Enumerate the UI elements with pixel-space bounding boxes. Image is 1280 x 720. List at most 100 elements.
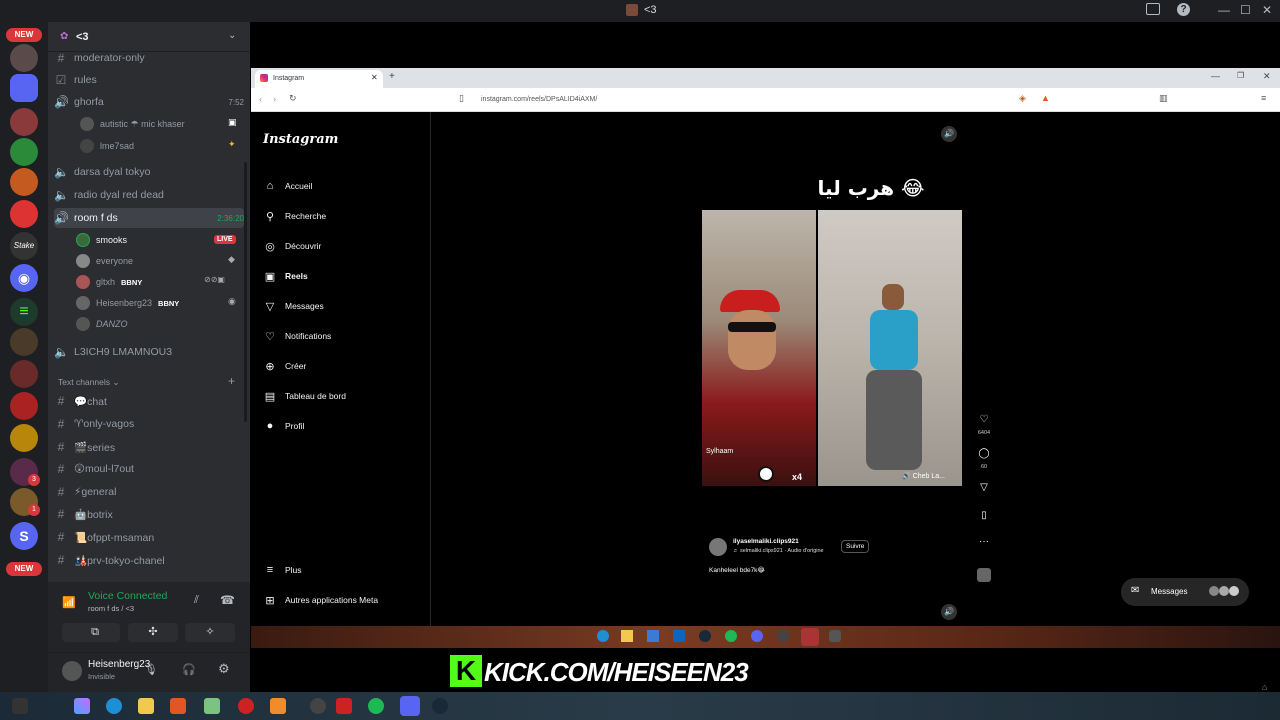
close-icon[interactable]: ✕ — [1262, 3, 1272, 17]
text-channel[interactable]: # 🤖botrix — [54, 504, 244, 524]
close-icon[interactable]: ✕ — [1263, 71, 1271, 82]
voice-user[interactable]: autistic ☂ mic khaser ▣ — [80, 115, 237, 133]
nav-meta-apps[interactable]: ⊞ Autres applications Meta — [263, 590, 378, 610]
voice-channel-ghorfa[interactable]: 🔊 ghorfa 7:52 — [54, 92, 244, 112]
maximize-icon[interactable]: ☐ — [1240, 3, 1251, 17]
chevron-down-icon[interactable]: ⌄ — [228, 30, 236, 41]
file-explorer-icon[interactable] — [138, 698, 154, 714]
instagram-logo[interactable]: Instagram — [263, 132, 338, 147]
server-icon[interactable]: ≡ — [10, 298, 38, 326]
tab-close-icon[interactable]: ✕ — [371, 73, 378, 82]
discord-icon[interactable] — [400, 696, 420, 716]
more-options-icon[interactable]: ··· — [977, 536, 991, 547]
voice-channel-l3ich9[interactable]: 🔈 L3ICH9 LMAMNOU3 — [54, 342, 244, 362]
edge-icon[interactable] — [106, 698, 122, 714]
audio-thumbnail[interactable] — [977, 568, 991, 582]
voice-user[interactable]: DANZO — [76, 315, 128, 333]
voice-user[interactable]: smooks LIVE — [76, 231, 236, 249]
channel-rules[interactable]: ☑ rules — [54, 70, 244, 90]
nav-reels[interactable]: ▣ Reels — [263, 266, 308, 286]
microphone-icon[interactable]: 🎙 — [144, 663, 158, 676]
forward-icon[interactable]: › — [273, 94, 276, 104]
tab-instagram[interactable]: Instagram ✕ — [255, 70, 383, 88]
messages-button[interactable]: ✉ Messages — [1121, 578, 1249, 606]
stake-server-icon[interactable]: Stake — [10, 232, 38, 260]
avatar[interactable] — [62, 661, 82, 681]
activities-button[interactable]: ✣ — [128, 623, 178, 642]
notes-icon[interactable] — [204, 698, 220, 714]
nav-recherche[interactable]: ⚲ Recherche — [263, 206, 326, 226]
new-tab-icon[interactable]: + — [389, 71, 395, 82]
url-field[interactable]: instagram.com/reels/DPsALID4iAXM/ — [481, 96, 597, 103]
restore-icon[interactable]: ❐ — [1237, 71, 1244, 80]
steam-icon[interactable] — [432, 698, 448, 714]
author-name[interactable]: ilyaselmaliki.clips921 — [733, 538, 799, 545]
app-icon[interactable] — [310, 698, 326, 714]
app-icon[interactable] — [336, 698, 352, 714]
app-icon[interactable] — [238, 698, 254, 714]
scrollbar[interactable] — [244, 162, 247, 422]
help-icon[interactable]: ? — [1177, 3, 1190, 16]
noise-suppression-icon[interactable]: ⫽ — [194, 594, 199, 607]
text-channel[interactable]: # 🎎prv-tokyo-chanel — [54, 550, 244, 570]
headphones-icon[interactable]: 🎧 — [182, 663, 196, 676]
reload-icon[interactable]: ↻ — [289, 93, 297, 104]
text-channel[interactable]: # 💬chat — [54, 391, 244, 411]
settings-gear-icon[interactable]: ⚙ — [218, 661, 230, 677]
nav-messages[interactable]: ▽ Messages — [263, 296, 324, 316]
channel-moderator-only[interactable]: # moderator-only — [54, 48, 244, 68]
voice-user[interactable]: everyone ◆ — [76, 252, 235, 270]
start-icon[interactable] — [12, 698, 28, 714]
nav-tableau-de-bord[interactable]: ▤ Tableau de bord — [263, 386, 346, 406]
dm-server-icon[interactable] — [10, 74, 38, 102]
voice-channel-radio[interactable]: 🔈 radio dyal red dead — [54, 185, 244, 205]
server-icon[interactable] — [10, 360, 38, 388]
nav-notifications[interactable]: ♡ Notifications — [263, 326, 331, 346]
category-text-channels[interactable]: Text channels ⌄ — [58, 377, 119, 388]
save-bookmark-icon[interactable]: ▯ — [977, 510, 991, 521]
nav-profil[interactable]: ● Profil — [263, 416, 305, 436]
nav-d-couvrir[interactable]: ◎ Découvrir — [263, 236, 321, 256]
text-channel[interactable]: # ♈only-vagos — [54, 414, 244, 434]
share-screen-button[interactable]: ⧉ — [70, 623, 120, 642]
discord-server-icon[interactable]: ◉ — [10, 264, 38, 292]
voice-user[interactable]: Heisenberg23 BBNY ◉ — [76, 294, 236, 312]
sidebar-icon[interactable]: ▥ — [1159, 93, 1168, 104]
bookmark-icon[interactable]: ▯ — [459, 93, 464, 104]
sound-icon[interactable]: 🔊 — [941, 126, 957, 142]
server-icon[interactable] — [10, 138, 38, 166]
add-channel-icon[interactable]: + — [228, 374, 235, 388]
voice-location[interactable]: room f ds / <3 — [88, 604, 134, 613]
server-icon[interactable] — [10, 424, 38, 452]
spotify-icon[interactable] — [368, 698, 384, 714]
comment-icon[interactable]: ◯ — [977, 448, 991, 459]
minimize-icon[interactable]: — — [1218, 3, 1230, 17]
like-heart-icon[interactable]: ♡ — [977, 414, 991, 425]
server-icon[interactable]: S — [10, 522, 38, 550]
text-channel[interactable]: # 📜ofppt-msaman — [54, 527, 244, 547]
server-icon[interactable] — [10, 44, 38, 72]
server-icon[interactable] — [10, 200, 38, 228]
text-channel[interactable]: # ⚡general — [54, 482, 244, 502]
follow-button[interactable]: Suivre — [841, 540, 870, 553]
nav-accueil[interactable]: ⌂ Accueil — [263, 176, 313, 196]
brave-icon[interactable] — [170, 698, 186, 714]
reel-video[interactable]: Sylhaam x4 🔊 Cheb La... — [702, 210, 962, 486]
username[interactable]: Heisenberg23 — [88, 659, 150, 670]
voice-user[interactable]: gltxh BBNY ⊘⊘▣ — [76, 273, 225, 291]
minimize-icon[interactable]: — — [1211, 71, 1220, 81]
voice-user[interactable]: lme7sad ✦ — [80, 137, 236, 155]
nav-cr-er[interactable]: ⊕ Créer — [263, 356, 306, 376]
brave-shield-icon[interactable]: ◈ — [1019, 93, 1026, 104]
back-icon[interactable]: ‹ — [259, 94, 262, 104]
server-icon[interactable] — [10, 108, 38, 136]
soundboard-button[interactable]: ✧ — [185, 623, 235, 642]
author-avatar[interactable] — [709, 538, 727, 556]
sound-icon[interactable]: 🔊 — [941, 604, 957, 620]
voice-channel-room-f-ds[interactable]: 🔊 room f ds 2:36:20 — [54, 208, 244, 228]
inbox-icon[interactable] — [1146, 3, 1160, 15]
voice-status[interactable]: Voice Connected — [88, 590, 167, 602]
nav-more[interactable]: ≡ Plus — [263, 560, 302, 580]
server-icon[interactable] — [10, 168, 38, 196]
app-icon[interactable] — [270, 698, 286, 714]
